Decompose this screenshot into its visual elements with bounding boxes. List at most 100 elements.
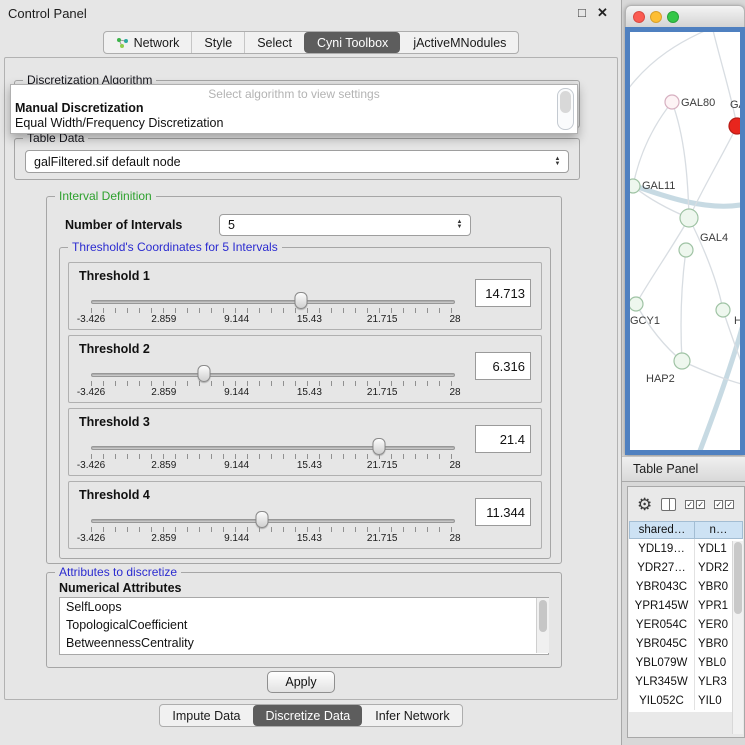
table-cell[interactable]: YPR145W [629, 596, 695, 615]
tab-discretize-data[interactable]: Discretize Data [253, 705, 363, 726]
slider-thumb[interactable] [372, 438, 385, 455]
network-node[interactable] [716, 303, 730, 317]
column-header-name[interactable]: n… [695, 521, 743, 539]
table-cell[interactable]: YBR043C [629, 577, 695, 596]
table-cell[interactable]: YDR27… [629, 558, 695, 577]
tab-jactivemnodules[interactable]: jActiveMNodules [400, 32, 518, 53]
table-row[interactable]: YBR043CYBR0 [629, 577, 743, 596]
threshold-slider[interactable]: -3.4262.8599.14415.4321.71528 [91, 360, 455, 400]
table-row[interactable]: YDR27…YDR2 [629, 558, 743, 577]
threshold-label: Threshold 3 [79, 415, 150, 429]
tab-style[interactable]: Style [191, 32, 244, 53]
apply-button[interactable]: Apply [267, 671, 335, 693]
popup-scroll-thumb[interactable] [560, 91, 571, 113]
table-row[interactable]: YBL079WYBL0 [629, 653, 743, 672]
network-node[interactable] [729, 118, 740, 134]
tab-cyni-toolbox[interactable]: Cyni Toolbox [304, 32, 400, 53]
tab-infer-network[interactable]: Infer Network [362, 705, 461, 726]
table-header-row: shared… n… [629, 521, 743, 539]
tab-label: Network [134, 36, 180, 50]
thresholds-group: Threshold's Coordinates for 5 Intervals … [59, 247, 551, 559]
network-node[interactable] [680, 209, 698, 227]
number-of-intervals-combobox[interactable]: 5 ▲▼ [219, 214, 471, 236]
attribute-list-item[interactable]: TopologicalCoefficient [60, 616, 534, 634]
attribute-list-item[interactable]: SelfLoops [60, 598, 534, 616]
dropdown-option-equal-width[interactable]: Equal Width/Frequency Discretization [11, 116, 577, 131]
table-row[interactable]: YER054CYER0 [629, 615, 743, 634]
minimize-traffic-light-icon[interactable] [650, 11, 662, 23]
network-edge [636, 304, 682, 361]
slider-track[interactable] [91, 300, 455, 304]
network-node[interactable] [630, 297, 643, 311]
table-data-combobox[interactable]: galFiltered.sif default node ▲▼ [25, 150, 569, 173]
close-traffic-light-icon[interactable] [633, 11, 645, 23]
table-cell[interactable]: YLR345W [629, 672, 695, 691]
table-row[interactable]: YDL19…YDL1 [629, 539, 743, 558]
threshold-value-field[interactable]: 14.713 [475, 279, 531, 307]
select-columns-icon[interactable]: ✓ ✓ [685, 500, 705, 509]
gear-icon[interactable]: ⚙ [637, 496, 652, 513]
table-cell[interactable]: YER054C [629, 615, 695, 634]
network-node[interactable] [679, 243, 693, 257]
close-icon[interactable]: ✕ [597, 5, 608, 21]
slider-track[interactable] [91, 446, 455, 450]
slider-track[interactable] [91, 519, 455, 523]
network-node-label: GAL11 [642, 180, 675, 192]
table-cell[interactable]: YIL052C [629, 691, 695, 710]
threshold-slider[interactable]: -3.4262.8599.14415.4321.71528 [91, 433, 455, 473]
list-scroll-thumb[interactable] [539, 600, 547, 632]
tick-label: -3.426 [77, 387, 105, 398]
list-scrollbar[interactable] [536, 598, 549, 653]
select-rows-icon[interactable]: ✓ ✓ [714, 500, 734, 509]
numerical-attributes-list[interactable]: SelfLoopsTopologicalCoefficientBetweenne… [59, 597, 549, 655]
tab-network[interactable]: Network [104, 32, 192, 53]
tab-impute-data[interactable]: Impute Data [160, 705, 252, 726]
table-panel-header: Table Panel [622, 456, 745, 482]
network-view-window: GAL80GAGAL11GAL4GCY1HHAP2 [625, 5, 745, 455]
threshold-slider[interactable]: -3.4262.8599.14415.4321.71528 [91, 506, 455, 546]
slider-thumb[interactable] [256, 511, 269, 528]
panel-title: Control Panel [8, 6, 87, 21]
threshold-value-field[interactable]: 21.4 [475, 425, 531, 453]
table-row[interactable]: YLR345WYLR3 [629, 672, 743, 691]
threshold-slider[interactable]: -3.4262.8599.14415.4321.71528 [91, 287, 455, 327]
zoom-traffic-light-icon[interactable] [667, 11, 679, 23]
tick-label: 15.43 [297, 460, 322, 471]
table-row[interactable]: YBR045CYBR0 [629, 634, 743, 653]
network-node-label: GCY1 [630, 315, 660, 327]
slider-thumb[interactable] [197, 365, 210, 382]
attribute-list-item[interactable]: BetweennessCentrality [60, 634, 534, 652]
stepper-icon: ▲▼ [453, 220, 466, 230]
slider-track[interactable] [91, 373, 455, 377]
slider-thumb[interactable] [295, 292, 308, 309]
threshold-value-field[interactable]: 11.344 [475, 498, 531, 526]
tick-label: 28 [449, 460, 460, 471]
tab-select[interactable]: Select [244, 32, 304, 53]
network-node-label: H [734, 315, 740, 327]
threshold-label: Threshold 2 [79, 342, 150, 356]
network-edge [698, 328, 740, 450]
table-cell[interactable]: YBL079W [629, 653, 695, 672]
float-window-icon[interactable]: □ [578, 5, 586, 20]
network-node[interactable] [630, 179, 640, 193]
columns-icon[interactable] [661, 498, 676, 511]
network-node[interactable] [674, 353, 690, 369]
table-scroll-thumb[interactable] [734, 542, 742, 614]
table-cell[interactable]: YBR045C [629, 634, 695, 653]
dropdown-placeholder-item[interactable]: Select algorithm to view settings [11, 87, 577, 101]
group-label: Threshold's Coordinates for 5 Intervals [68, 240, 282, 254]
network-canvas-svg[interactable]: GAL80GAGAL11GAL4GCY1HHAP2 [630, 32, 740, 450]
threshold-value-field[interactable]: 6.316 [475, 352, 531, 380]
network-node[interactable] [665, 95, 679, 109]
tick-label: 21.715 [367, 387, 398, 398]
table-scrollbar[interactable] [732, 541, 743, 734]
table-row[interactable]: YPR145WYPR1 [629, 596, 743, 615]
column-header-shared-name[interactable]: shared… [629, 521, 695, 539]
tick-label: 28 [449, 533, 460, 544]
dropdown-option-manual[interactable]: Manual Discretization [11, 101, 577, 116]
tick-label: 2.859 [151, 314, 176, 325]
table-row[interactable]: YIL052CYIL0 [629, 691, 743, 710]
table-cell[interactable]: YDL19… [629, 539, 695, 558]
tab-label: Impute Data [172, 709, 240, 723]
popup-scrollbar[interactable] [557, 88, 574, 130]
